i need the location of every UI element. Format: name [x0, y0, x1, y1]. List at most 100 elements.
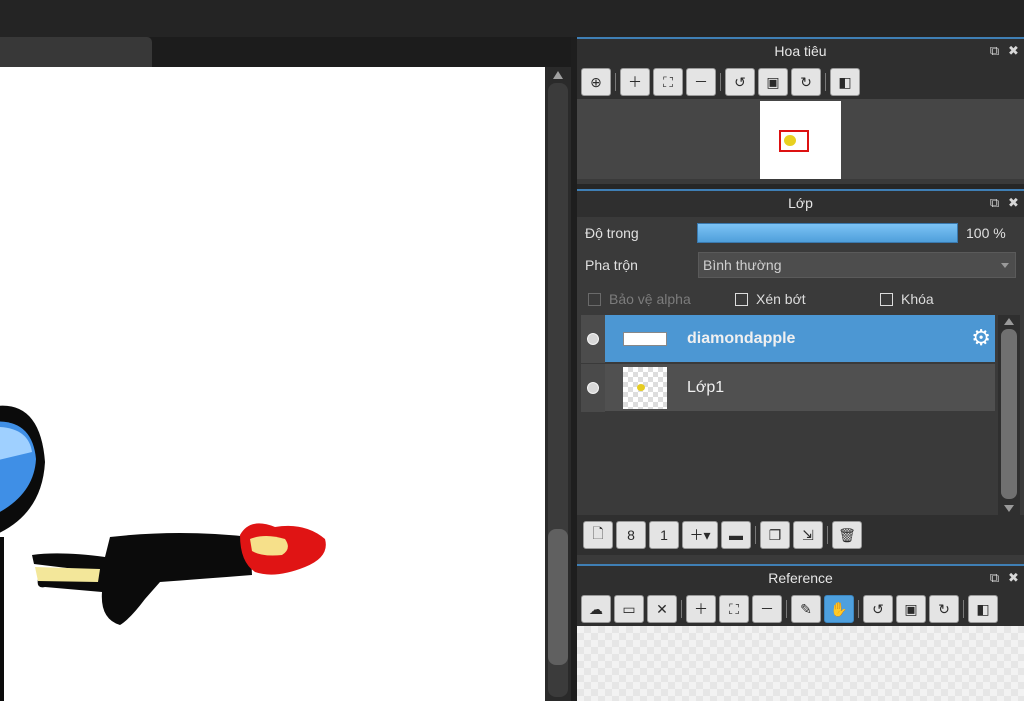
protect-alpha-checkbox[interactable]: Bảo vệ alpha — [588, 291, 691, 307]
opacity-value: 100 % — [966, 225, 1006, 241]
navigator-title: Hoa tiêu — [774, 43, 827, 59]
checkbox-box[interactable] — [735, 292, 748, 306]
zoom-out-icon[interactable]: － — [686, 68, 716, 96]
app-window: Hoa tiêu ⧉ ✖ ⊕ ＋ ⛶ － ↺ ▣ ↻ ◧ Lớp ⧉ ✖ Độ … — [0, 0, 1024, 701]
layer-title: Lớp — [788, 195, 813, 211]
rotate-right-icon[interactable]: ↻ — [929, 595, 959, 623]
drawing-canvas[interactable] — [0, 67, 545, 701]
actual-size-icon[interactable]: ▣ — [758, 68, 788, 96]
flip-icon[interactable]: ◧ — [830, 68, 860, 96]
toolbar-separator — [681, 600, 682, 618]
duplicate-icon[interactable]: ❐ — [760, 521, 790, 549]
close-icon[interactable]: ✕ — [647, 595, 677, 623]
layer-row-lop1[interactable]: Lớp1 — [581, 364, 995, 412]
document-tab-strip — [0, 37, 576, 67]
blend-mode-value: Bình thường — [703, 257, 782, 273]
rotate-right-icon[interactable]: ↻ — [791, 68, 821, 96]
opacity-slider[interactable] — [697, 223, 958, 243]
scroll-up-arrow[interactable] — [1004, 318, 1014, 325]
toolbar-separator — [963, 600, 964, 618]
undock-icon[interactable]: ⧉ — [988, 571, 1001, 584]
layer-row-diamondapple[interactable]: diamondapple ⚙ — [581, 315, 995, 363]
toolbar-separator — [615, 73, 616, 91]
scroll-thumb[interactable] — [1001, 329, 1017, 499]
protect-alpha-label: Bảo vệ alpha — [609, 291, 691, 307]
zoom-out-icon[interactable]: － — [752, 595, 782, 623]
viewport-rectangle[interactable] — [779, 130, 809, 152]
opacity-label: Độ trong — [585, 225, 639, 241]
new-8bit-layer-icon[interactable]: 8 — [616, 521, 646, 549]
lock-checkbox[interactable]: Khóa — [880, 291, 934, 307]
gear-icon[interactable]: ⚙ — [971, 327, 991, 349]
navigator-header: Hoa tiêu ⧉ ✖ — [577, 37, 1024, 65]
close-icon[interactable]: ✖ — [1007, 571, 1020, 584]
zoom-fit-icon[interactable]: ⊕ — [581, 68, 611, 96]
checkbox-box[interactable] — [588, 292, 601, 306]
delete-icon[interactable]: 🗑 — [832, 521, 862, 549]
undock-icon[interactable]: ⧉ — [988, 44, 1001, 57]
reference-title: Reference — [768, 570, 833, 586]
open-folder-icon[interactable]: ▭ — [614, 595, 644, 623]
toolbar-separator — [827, 526, 828, 544]
folder-icon[interactable]: ▬ — [721, 521, 751, 549]
layer-list: diamondapple ⚙ Lớp1 — [577, 315, 1024, 515]
visibility-column — [581, 315, 605, 363]
add-layer-menu-icon[interactable]: ＋▾ — [682, 521, 718, 549]
layer-panel: Lớp ⧉ ✖ Độ trong 100 % Pha trộn Bình thư… — [577, 189, 1024, 564]
layer-name: Lớp1 — [687, 379, 725, 396]
navigator-panel: Hoa tiêu ⧉ ✖ ⊕ ＋ ⛶ － ↺ ▣ ↻ ◧ — [577, 37, 1024, 184]
eyedropper-icon[interactable]: ✎ — [791, 595, 821, 623]
clipping-label: Xén bớt — [756, 291, 806, 307]
reference-canvas[interactable] — [577, 626, 1024, 701]
blend-mode-select[interactable]: Bình thường — [698, 252, 1016, 278]
canvas-drawing — [0, 405, 326, 701]
gun-stripe — [35, 567, 100, 582]
layer-list-scrollbar[interactable] — [998, 315, 1020, 515]
lock-label: Khóa — [901, 291, 934, 307]
muzzle-core — [250, 536, 288, 556]
scroll-up-arrow[interactable] — [553, 71, 563, 79]
visibility-icon[interactable] — [587, 382, 599, 394]
clipping-checkbox[interactable]: Xén bớt — [735, 291, 806, 307]
canvas-vertical-scrollbar[interactable] — [545, 67, 571, 701]
rotate-left-icon[interactable]: ↺ — [725, 68, 755, 96]
chevron-down-icon — [1001, 263, 1009, 268]
reference-header: Reference ⧉ ✖ — [577, 564, 1024, 592]
fit-screen-icon[interactable]: ⛶ — [653, 68, 683, 96]
close-icon[interactable]: ✖ — [1007, 196, 1020, 209]
toolbar-separator — [858, 600, 859, 618]
hand-icon[interactable]: ✋ — [824, 595, 854, 623]
blend-row: Pha trộn Bình thường — [577, 249, 1024, 281]
toolbar-separator — [720, 73, 721, 91]
merge-icon[interactable]: ⇲ — [793, 521, 823, 549]
rotate-left-icon[interactable]: ↺ — [863, 595, 893, 623]
character-leg — [0, 537, 4, 701]
zoom-in-icon[interactable]: ＋ — [686, 595, 716, 623]
layer-options-row: Bảo vệ alpha Xén bớt Khóa — [577, 281, 1024, 315]
layer-thumbnail — [623, 367, 667, 409]
toolbar-separator — [786, 600, 787, 618]
scroll-down-arrow[interactable] — [1004, 505, 1014, 512]
close-icon[interactable]: ✖ — [1007, 44, 1020, 57]
new-1bit-layer-icon[interactable]: 1 — [649, 521, 679, 549]
thumbnail-figure — [784, 135, 796, 146]
document-tab[interactable] — [0, 37, 152, 67]
layer-thumbnail — [623, 332, 667, 346]
scroll-thumb[interactable] — [548, 529, 568, 665]
toolbar-separator — [755, 526, 756, 544]
blend-label: Pha trộn — [585, 257, 638, 273]
undock-icon[interactable]: ⧉ — [988, 196, 1001, 209]
checkbox-box[interactable] — [880, 292, 893, 306]
thumbnail-figure — [637, 384, 645, 391]
navigator-preview[interactable] — [577, 99, 1024, 179]
visibility-icon[interactable] — [587, 333, 599, 345]
upload-icon[interactable]: ☁ — [581, 595, 611, 623]
fit-screen-icon[interactable]: ⛶ — [719, 595, 749, 623]
new-layer-icon[interactable]: 🗋 — [583, 521, 613, 549]
zoom-in-icon[interactable]: ＋ — [620, 68, 650, 96]
flip-icon[interactable]: ◧ — [968, 595, 998, 623]
actual-size-icon[interactable]: ▣ — [896, 595, 926, 623]
layer-toolbar: 🗋 8 1 ＋▾ ▬ ❐ ⇲ 🗑 — [577, 515, 1024, 555]
visibility-column — [581, 364, 605, 412]
opacity-row: Độ trong 100 % — [577, 217, 1024, 249]
